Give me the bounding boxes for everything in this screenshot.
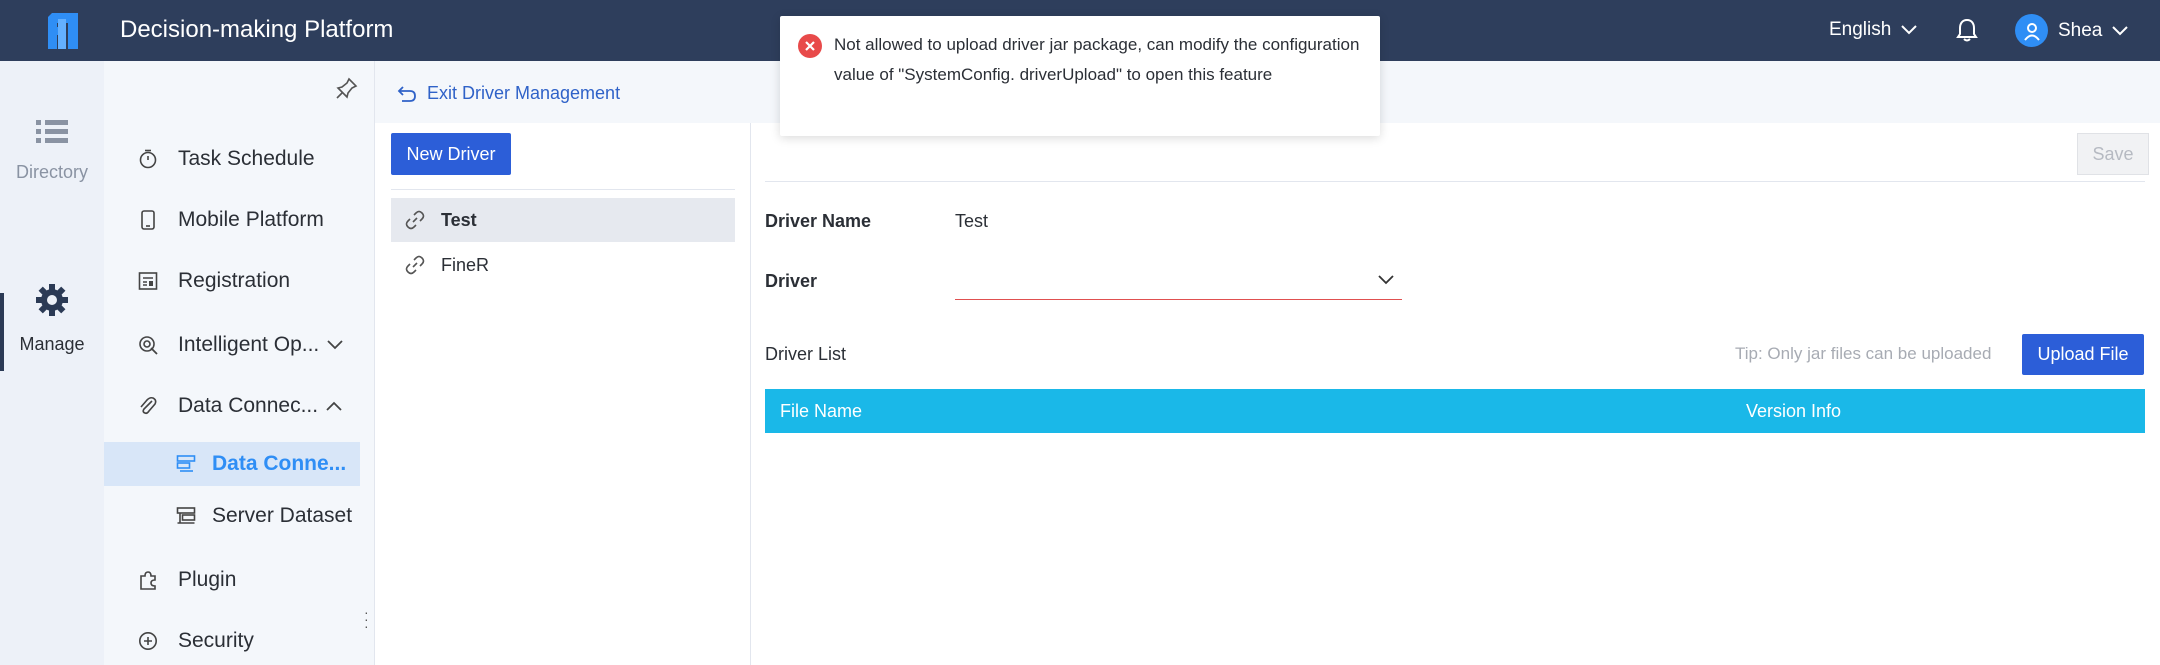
menu-item-data-connection-sub[interactable]: Data Conne... <box>104 442 360 486</box>
chevron-down-icon <box>327 340 343 350</box>
column-header-version-info[interactable]: Version Info <box>1746 401 1841 422</box>
menu-item-data-connection[interactable]: Data Connec... <box>104 384 360 428</box>
menu-item-label: Data Connec... <box>178 394 319 417</box>
upload-file-button[interactable]: Upload File <box>2022 334 2144 375</box>
driver-list-title: Driver List <box>765 344 847 364</box>
chevron-down-icon <box>1901 25 1918 35</box>
driver-name: Test <box>441 209 477 230</box>
left-rail: Directory Manage <box>0 61 104 665</box>
app-logo[interactable] <box>38 9 84 53</box>
rail-item-directory[interactable]: Directory <box>0 119 104 183</box>
rail-item-manage[interactable]: Manage <box>0 283 104 355</box>
driver-name-label: Driver Name <box>765 211 872 231</box>
intelligent-ops-icon <box>136 335 160 355</box>
menu-item-label: Task Schedule <box>178 147 315 170</box>
list-icon <box>36 120 68 143</box>
upload-tip: Tip: Only jar files can be uploaded <box>1735 344 1992 363</box>
menu-item-label: Intelligent Op... <box>178 333 320 356</box>
menu-item-label: Mobile Platform <box>178 208 324 231</box>
back-arrow-icon <box>397 85 416 102</box>
notification-bell-icon[interactable] <box>1956 18 1978 47</box>
link-icon <box>405 255 425 275</box>
driver-list-item[interactable]: FineR <box>391 243 735 287</box>
menu-item-server-dataset[interactable]: Server Dataset <box>104 494 360 538</box>
registration-icon <box>136 271 160 291</box>
side-menu: Task Schedule Mobile Platform Registrati… <box>104 61 375 665</box>
divider <box>391 189 735 190</box>
puzzle-icon <box>136 570 160 590</box>
driver-label: Driver <box>765 271 818 291</box>
menu-item-mobile-platform[interactable]: Mobile Platform <box>104 198 360 242</box>
stopwatch-icon <box>136 149 160 169</box>
user-icon <box>2023 22 2040 41</box>
gear-icon <box>36 284 68 316</box>
driver-select[interactable] <box>955 265 1402 300</box>
mobile-icon <box>136 210 160 230</box>
save-button[interactable]: Save <box>2077 133 2149 175</box>
main-content: Exit Driver Management New Driver Test F… <box>375 61 2160 665</box>
driver-list-item[interactable]: Test <box>391 198 735 242</box>
error-toast: Not allowed to upload driver jar package… <box>780 16 1380 136</box>
column-header-file-name[interactable]: File Name <box>780 401 862 422</box>
menu-item-label: Registration <box>178 269 291 292</box>
chevron-down-icon <box>2112 25 2129 35</box>
driver-name-value[interactable]: Test <box>955 211 988 232</box>
divider <box>765 181 2145 182</box>
menu-item-label: Security <box>178 629 254 652</box>
menu-item-registration[interactable]: Registration <box>104 259 360 303</box>
resize-handle[interactable]: · · · <box>364 605 369 633</box>
rail-label-manage: Manage <box>19 334 85 354</box>
menu-item-intelligent-ops[interactable]: Intelligent Op... <box>104 323 360 367</box>
data-connection-icon <box>174 454 198 474</box>
driver-detail-panel: Save Driver Name Test Driver Driver List… <box>765 123 2149 665</box>
rail-label-directory: Directory <box>15 162 88 182</box>
error-icon <box>798 34 822 58</box>
menu-item-label: Plugin <box>178 568 237 591</box>
user-name: Shea <box>2058 19 2103 41</box>
avatar <box>2015 14 2048 47</box>
driver-name: FineR <box>441 254 490 275</box>
link-icon <box>405 210 425 230</box>
paperclip-icon <box>136 396 160 416</box>
pin-icon[interactable] <box>336 77 358 99</box>
toast-message: Not allowed to upload driver jar package… <box>834 35 1360 84</box>
driver-file-table-header: File Name Version Info <box>765 389 2145 433</box>
driver-list-panel: New Driver Test FineR <box>375 123 751 665</box>
chevron-up-icon <box>326 401 342 411</box>
menu-item-label: Server Dataset <box>212 504 353 527</box>
shield-icon <box>136 631 160 651</box>
user-menu[interactable]: Shea <box>2015 14 2129 47</box>
exit-label: Exit Driver Management <box>427 83 621 103</box>
new-driver-button[interactable]: New Driver <box>391 133 511 175</box>
app-title: Decision-making Platform <box>120 16 394 43</box>
exit-driver-management-link[interactable]: Exit Driver Management <box>397 83 620 104</box>
menu-item-plugin[interactable]: Plugin <box>104 558 360 602</box>
server-dataset-icon <box>174 506 198 526</box>
chevron-down-icon <box>1378 275 1394 285</box>
menu-item-label: Data Conne... <box>212 452 347 475</box>
language-selector[interactable]: English <box>1829 19 1918 41</box>
language-label: English <box>1829 19 1892 40</box>
menu-item-security[interactable]: Security <box>104 619 360 663</box>
menu-item-task-schedule[interactable]: Task Schedule <box>104 137 360 181</box>
